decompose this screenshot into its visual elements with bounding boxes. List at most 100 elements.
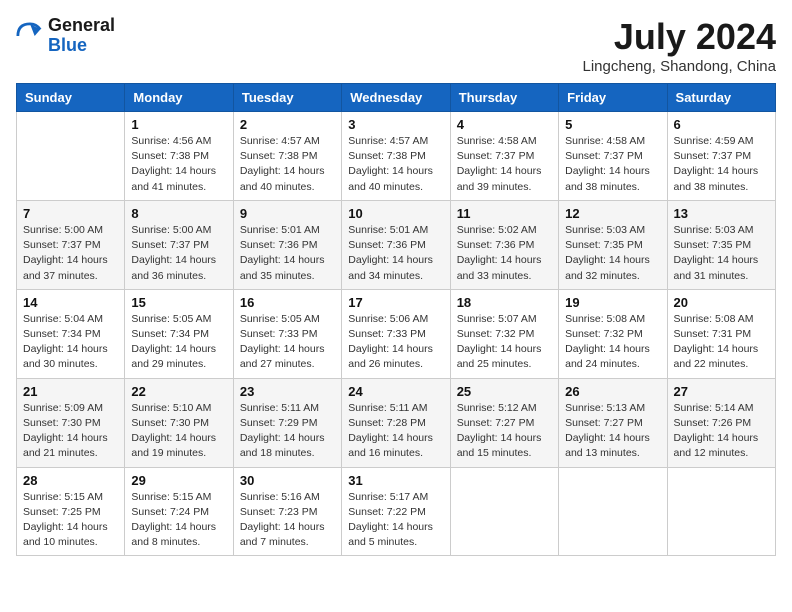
calendar-cell: 29Sunrise: 5:15 AMSunset: 7:24 PMDayligh…: [125, 467, 233, 556]
weekday-header-sunday: Sunday: [17, 84, 125, 112]
day-number: 2: [240, 117, 335, 132]
logo-icon: [16, 22, 44, 50]
weekday-header-thursday: Thursday: [450, 84, 558, 112]
day-info: Sunrise: 5:07 AMSunset: 7:32 PMDaylight:…: [457, 312, 552, 373]
calendar-cell: 24 Sunrise: 5:11 AMSunset: 7:28 PMDayligh…: [342, 378, 450, 467]
day-number: 20: [674, 295, 769, 310]
calendar-cell: 21Sunrise: 5:09 AMSunset: 7:30 PMDayligh…: [17, 378, 125, 467]
title-block: July 2024 Lingcheng, Shandong, China: [583, 16, 777, 75]
day-number: 19: [565, 295, 660, 310]
calendar-cell: 12 Sunrise: 5:03 AMSunset: 7:35 PMDayligh…: [559, 200, 667, 289]
calendar: SundayMondayTuesdayWednesdayThursdayFrid…: [16, 83, 776, 556]
calendar-cell: 7 Sunrise: 5:00 AMSunset: 7:37 PMDaylight…: [17, 200, 125, 289]
calendar-cell: 10Sunrise: 5:01 AMSunset: 7:36 PMDayligh…: [342, 200, 450, 289]
calendar-cell: [450, 467, 558, 556]
day-info: Sunrise: 4:58 AMSunset: 7:37 PMDaylight:…: [457, 134, 552, 195]
weekday-header-row: SundayMondayTuesdayWednesdayThursdayFrid…: [17, 84, 776, 112]
calendar-cell: 4 Sunrise: 4:58 AMSunset: 7:37 PMDaylight…: [450, 112, 558, 201]
calendar-cell: 2 Sunrise: 4:57 AMSunset: 7:38 PMDaylight…: [233, 112, 341, 201]
day-number: 14: [23, 295, 118, 310]
logo-general: General: [48, 15, 115, 35]
day-info: Sunrise: 5:14 AMSunset: 7:26 PMDaylight:…: [674, 401, 769, 462]
calendar-cell: 8 Sunrise: 5:00 AMSunset: 7:37 PMDaylight…: [125, 200, 233, 289]
day-number: 17: [348, 295, 443, 310]
calendar-cell: 17 Sunrise: 5:06 AMSunset: 7:33 PMDayligh…: [342, 289, 450, 378]
calendar-cell: [17, 112, 125, 201]
day-info: Sunrise: 5:04 AMSunset: 7:34 PMDaylight:…: [23, 312, 118, 373]
location: Lingcheng, Shandong, China: [583, 58, 777, 75]
calendar-cell: 20Sunrise: 5:08 AMSunset: 7:31 PMDayligh…: [667, 289, 775, 378]
day-number: 16: [240, 295, 335, 310]
day-number: 30: [240, 473, 335, 488]
day-number: 12: [565, 206, 660, 221]
calendar-cell: 13Sunrise: 5:03 AMSunset: 7:35 PMDayligh…: [667, 200, 775, 289]
calendar-cell: 22Sunrise: 5:10 AMSunset: 7:30 PMDayligh…: [125, 378, 233, 467]
day-info: Sunrise: 4:59 AMSunset: 7:37 PMDaylight:…: [674, 134, 769, 195]
calendar-cell: 27 Sunrise: 5:14 AMSunset: 7:26 PMDayligh…: [667, 378, 775, 467]
day-number: 4: [457, 117, 552, 132]
calendar-cell: 31 Sunrise: 5:17 AMSunset: 7:22 PMDayligh…: [342, 467, 450, 556]
calendar-cell: [667, 467, 775, 556]
calendar-cell: 11Sunrise: 5:02 AMSunset: 7:36 PMDayligh…: [450, 200, 558, 289]
day-number: 3: [348, 117, 443, 132]
day-info: Sunrise: 5:00 AMSunset: 7:37 PMDaylight:…: [23, 223, 118, 284]
day-info: Sunrise: 5:13 AMSunset: 7:27 PMDaylight:…: [565, 401, 660, 462]
day-info: Sunrise: 5:06 AMSunset: 7:33 PMDaylight:…: [348, 312, 443, 373]
day-number: 18: [457, 295, 552, 310]
day-info: Sunrise: 4:56 AMSunset: 7:38 PMDaylight:…: [131, 134, 226, 195]
calendar-cell: 9 Sunrise: 5:01 AMSunset: 7:36 PMDaylight…: [233, 200, 341, 289]
day-number: 31: [348, 473, 443, 488]
day-info: Sunrise: 5:08 AMSunset: 7:32 PMDaylight:…: [565, 312, 660, 373]
calendar-cell: 16 Sunrise: 5:05 AMSunset: 7:33 PMDayligh…: [233, 289, 341, 378]
day-info: Sunrise: 5:03 AMSunset: 7:35 PMDaylight:…: [565, 223, 660, 284]
calendar-cell: 19 Sunrise: 5:08 AMSunset: 7:32 PMDayligh…: [559, 289, 667, 378]
weekday-header-friday: Friday: [559, 84, 667, 112]
day-info: Sunrise: 5:15 AMSunset: 7:24 PMDaylight:…: [131, 490, 226, 551]
calendar-cell: 23 Sunrise: 5:11 AMSunset: 7:29 PMDayligh…: [233, 378, 341, 467]
day-number: 7: [23, 206, 118, 221]
day-info: Sunrise: 5:05 AMSunset: 7:33 PMDaylight:…: [240, 312, 335, 373]
day-number: 9: [240, 206, 335, 221]
week-row-3: 14 Sunrise: 5:04 AMSunset: 7:34 PMDayligh…: [17, 289, 776, 378]
weekday-header-wednesday: Wednesday: [342, 84, 450, 112]
calendar-cell: 14 Sunrise: 5:04 AMSunset: 7:34 PMDayligh…: [17, 289, 125, 378]
day-info: Sunrise: 5:09 AMSunset: 7:30 PMDaylight:…: [23, 401, 118, 462]
day-info: Sunrise: 5:02 AMSunset: 7:36 PMDaylight:…: [457, 223, 552, 284]
calendar-cell: 30 Sunrise: 5:16 AMSunset: 7:23 PMDayligh…: [233, 467, 341, 556]
calendar-cell: 3Sunrise: 4:57 AMSunset: 7:38 PMDaylight…: [342, 112, 450, 201]
calendar-cell: 26 Sunrise: 5:13 AMSunset: 7:27 PMDayligh…: [559, 378, 667, 467]
day-number: 27: [674, 384, 769, 399]
day-info: Sunrise: 4:57 AMSunset: 7:38 PMDaylight:…: [240, 134, 335, 195]
day-info: Sunrise: 5:17 AMSunset: 7:22 PMDaylight:…: [348, 490, 443, 551]
day-number: 23: [240, 384, 335, 399]
day-info: Sunrise: 5:11 AMSunset: 7:29 PMDaylight:…: [240, 401, 335, 462]
week-row-5: 28Sunrise: 5:15 AMSunset: 7:25 PMDayligh…: [17, 467, 776, 556]
day-number: 22: [131, 384, 226, 399]
logo: General Blue: [16, 16, 115, 56]
day-number: 24: [348, 384, 443, 399]
day-info: Sunrise: 5:01 AMSunset: 7:36 PMDaylight:…: [240, 223, 335, 284]
month-year: July 2024: [583, 16, 777, 58]
day-number: 26: [565, 384, 660, 399]
page-header: General Blue July 2024 Lingcheng, Shando…: [16, 16, 776, 75]
day-info: Sunrise: 5:11 AMSunset: 7:28 PMDaylight:…: [348, 401, 443, 462]
logo-text: General Blue: [48, 16, 115, 56]
day-info: Sunrise: 5:16 AMSunset: 7:23 PMDaylight:…: [240, 490, 335, 551]
day-info: Sunrise: 5:12 AMSunset: 7:27 PMDaylight:…: [457, 401, 552, 462]
weekday-header-tuesday: Tuesday: [233, 84, 341, 112]
day-info: Sunrise: 5:05 AMSunset: 7:34 PMDaylight:…: [131, 312, 226, 373]
weekday-header-saturday: Saturday: [667, 84, 775, 112]
day-number: 28: [23, 473, 118, 488]
calendar-cell: 18 Sunrise: 5:07 AMSunset: 7:32 PMDayligh…: [450, 289, 558, 378]
day-number: 8: [131, 206, 226, 221]
calendar-cell: 6 Sunrise: 4:59 AMSunset: 7:37 PMDaylight…: [667, 112, 775, 201]
weekday-header-monday: Monday: [125, 84, 233, 112]
logo-blue: Blue: [48, 35, 87, 55]
calendar-cell: 15Sunrise: 5:05 AMSunset: 7:34 PMDayligh…: [125, 289, 233, 378]
week-row-2: 7 Sunrise: 5:00 AMSunset: 7:37 PMDaylight…: [17, 200, 776, 289]
calendar-cell: 5Sunrise: 4:58 AMSunset: 7:37 PMDaylight…: [559, 112, 667, 201]
calendar-cell: 1Sunrise: 4:56 AMSunset: 7:38 PMDaylight…: [125, 112, 233, 201]
day-info: Sunrise: 5:00 AMSunset: 7:37 PMDaylight:…: [131, 223, 226, 284]
day-number: 6: [674, 117, 769, 132]
day-info: Sunrise: 4:58 AMSunset: 7:37 PMDaylight:…: [565, 134, 660, 195]
